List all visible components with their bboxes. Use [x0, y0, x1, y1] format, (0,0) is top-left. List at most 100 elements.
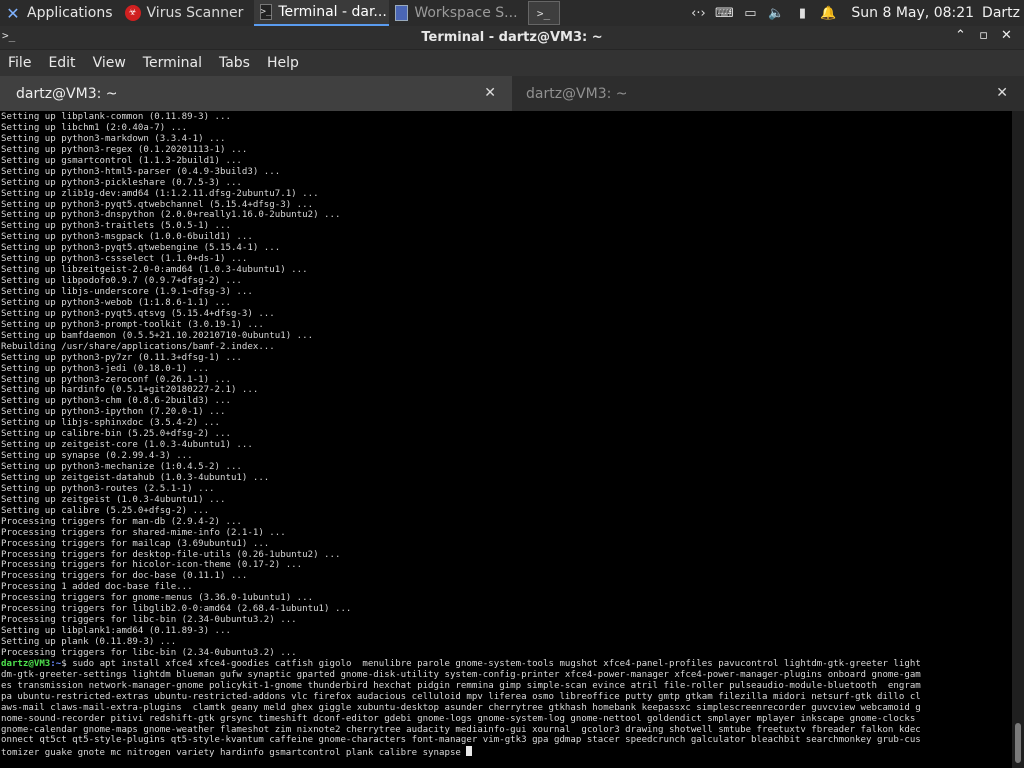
command-text: onnect qt5ct qt5-style-plugins qt5-style… — [1, 735, 921, 746]
tab-label: dartz@VM3: ~ — [16, 85, 118, 102]
command-text: nome-sound-recorder pitivi redshift-gtk … — [1, 713, 916, 724]
terminal-line: Setting up plank (0.11.89-3) ... — [1, 637, 177, 647]
terminal-line: Setting up calibre (5.25.0+dfsg-2) ... — [1, 505, 210, 516]
taskbar-item-workspace-settings[interactable]: Workspace S... — [389, 0, 524, 26]
terminal-line: Setting up bamfdaemon (0.5.5+21.10.20210… — [1, 330, 314, 341]
terminal-line: Setting up python3-regex (0.1.20201113-1… — [1, 144, 248, 155]
menu-edit[interactable]: Edit — [40, 55, 84, 71]
terminal-line: Rebuilding /usr/share/applications/bamf-… — [1, 341, 275, 352]
command-line: aws-mail claws-mail-extra-plugins clamtk… — [1, 703, 1012, 714]
tab-2[interactable]: dartz@VM3: ~ ✕ — [512, 76, 1024, 111]
terminal-line: Processing triggers for shared-mime-info… — [1, 527, 286, 538]
menu-terminal[interactable]: Terminal — [135, 55, 211, 71]
terminal-line: Processing triggers for doc-base (0.11.1… — [1, 571, 248, 582]
terminal-launcher-icon: >_ — [536, 6, 551, 20]
terminal-line: Processing triggers for libglib2.0-0:amd… — [1, 604, 352, 615]
terminal-line: Processing triggers for gnome-menus (3.3… — [1, 593, 314, 604]
terminal-line: Setting up python3-webob (1:1.8.6-1.1) .… — [1, 297, 231, 308]
volume-icon[interactable]: 🔈 — [763, 6, 789, 21]
menubar: File Edit View Terminal Tabs Help — [0, 50, 1024, 76]
clock[interactable]: Sun 8 May, 08:21 — [841, 5, 982, 21]
terminal-line: Setting up python3-pyqt5.qtsvg (5.15.4+d… — [1, 308, 275, 319]
minimize-icon[interactable]: ⌃ — [949, 28, 972, 43]
terminal-line: Setting up python3-chm (0.8.6-2build3) .… — [1, 396, 231, 407]
terminal-output[interactable]: Setting up libplank-common (0.11.89-3) .… — [0, 111, 1012, 768]
terminal-line: Setting up libjs-underscore (1.9.1~dfsg-… — [1, 287, 253, 297]
terminal-line: Setting up zeitgeist-datahub (1.0.3-4ubu… — [1, 472, 270, 483]
terminal-window-icon[interactable]: >_ — [2, 29, 18, 45]
terminal-line: Setting up zeitgeist (1.0.3-4ubuntu1) ..… — [1, 494, 226, 505]
battery-icon[interactable]: ▮ — [789, 6, 815, 21]
user-menu[interactable]: Dartz — [982, 5, 1024, 21]
window-controls: ⌃ ▫ ✕ — [949, 28, 1018, 43]
tab-bar: dartz@VM3: ~ ✕ dartz@VM3: ~ ✕ — [0, 76, 1024, 111]
terminal-line: Setting up python3-msgpack (1.0.0-6build… — [1, 232, 253, 243]
tab-close-icon[interactable]: ✕ — [484, 85, 496, 101]
command-line: dartz@VM3:~$ sudo apt install xfce4 xfce… — [1, 659, 1012, 670]
terminal-line: Setting up python3-pyqt5.qtwebengine (5.… — [1, 243, 281, 254]
taskbar-item-terminal[interactable]: >_ Terminal - dar... — [253, 0, 389, 26]
terminal-line: Setting up python3-traitlets (5.0.5-1) .… — [1, 221, 231, 232]
menu-tabs[interactable]: Tabs — [211, 55, 259, 71]
terminal-line: Setting up python3-markdown (3.3.4-1) ..… — [1, 133, 226, 144]
workspace-icon — [394, 5, 409, 21]
terminal-line: Setting up hardinfo (0.5.1+git20180227-2… — [1, 385, 259, 396]
display-icon[interactable]: ▭ — [737, 6, 763, 21]
terminal-line: Setting up python3-jedi (0.18.0-1) ... — [1, 363, 210, 374]
terminal-line: Setting up synapse (0.2.99.4-3) ... — [1, 451, 193, 462]
menu-view[interactable]: View — [85, 55, 135, 71]
menu-file[interactable]: File — [0, 55, 40, 71]
command-text: sudo apt install xfce4 xfce4-goodies cat… — [66, 658, 921, 669]
taskbar-item-label: Terminal - dar... — [278, 4, 387, 20]
text-cursor — [466, 746, 473, 757]
tab-close-icon[interactable]: ✕ — [996, 85, 1008, 101]
maximize-icon[interactable]: ▫ — [972, 28, 995, 43]
command-line: pa ubuntu-restricted-extras ubuntu-restr… — [1, 692, 1012, 703]
terminal-line: Processing triggers for man-db (2.9.4-2)… — [1, 516, 242, 527]
command-line: nome-sound-recorder pitivi redshift-gtk … — [1, 714, 1012, 725]
terminal-line: Setting up calibre-bin (5.25.0+dfsg-2) .… — [1, 429, 231, 440]
xfce-logo-icon: ✕ — [6, 3, 20, 23]
applications-menu-button[interactable]: ✕ Applications — [0, 0, 119, 26]
terminal-line: Setting up python3-html5-parser (0.4.9-3… — [1, 166, 281, 177]
terminal-line: Processing triggers for libc-bin (2.34-0… — [1, 647, 297, 658]
prompt-user: dartz@VM3 — [1, 658, 51, 669]
terminal-line: Setting up gsmartcontrol (1.1.3-2build1)… — [1, 155, 242, 166]
window-titlebar[interactable]: >_ Terminal - dartz@VM3: ~ ⌃ ▫ ✕ — [0, 26, 1024, 50]
terminal-line: Setting up python3-mechanize (1:0.4.5-2)… — [1, 462, 242, 472]
tab-1[interactable]: dartz@VM3: ~ ✕ — [0, 76, 512, 111]
notification-bell-icon[interactable]: 🔔 — [815, 6, 841, 21]
terminal-line: Processing 1 added doc-base file... — [1, 582, 193, 593]
close-icon[interactable]: ✕ — [995, 28, 1018, 43]
terminal-line: Setting up python3-cssselect (1.1.0+ds-1… — [1, 254, 248, 265]
menu-help[interactable]: Help — [259, 55, 308, 71]
keyboard-icon[interactable]: ⌨ — [711, 6, 737, 21]
command-text: pa ubuntu-restricted-extras ubuntu-restr… — [1, 691, 921, 702]
prompt-path: :~ — [50, 658, 62, 669]
terminal-line: Processing triggers for desktop-file-uti… — [1, 549, 341, 560]
command-text: dm-gtk-greeter-settings lightdm blueman … — [1, 669, 921, 680]
command-text: es transmission network-manager-gnome po… — [1, 680, 921, 691]
terminal-line: Setting up python3-prompt-toolkit (3.0.1… — [1, 319, 264, 330]
terminal-line: Setting up zlib1g-dev:amd64 (1:1.2.11.df… — [1, 188, 319, 199]
terminal-line: Setting up python3-dnspython (2.0.0+real… — [1, 210, 341, 221]
command-text: aws-mail claws-mail-extra-plugins clamtk… — [1, 702, 921, 713]
applications-menu-label: Applications — [27, 5, 113, 21]
tab-label: dartz@VM3: ~ — [526, 85, 628, 102]
terminal-line: Setting up python3-ipython (7.20.0-1) ..… — [1, 407, 226, 418]
workspace-switcher-button[interactable]: >_ — [527, 1, 560, 25]
terminal-line: Processing triggers for libc-bin (2.34-0… — [1, 615, 297, 626]
scrollbar-thumb[interactable] — [1015, 723, 1021, 763]
taskbar-item-label: Virus Scanner — [146, 5, 244, 21]
window-title: Terminal - dartz@VM3: ~ — [421, 30, 603, 45]
command-text: tomizer guake gnote mc nitrogen variety … — [1, 748, 467, 758]
top-panel: ✕ Applications ☣ Virus Scanner >_ Termin… — [0, 0, 1024, 26]
terminal-line: Setting up libplank-common (0.11.89-3) .… — [1, 112, 231, 122]
network-icon[interactable]: ‹·› — [685, 6, 711, 21]
taskbar-item-virus-scanner[interactable]: ☣ Virus Scanner — [119, 0, 254, 26]
terminal-line: Setting up python3-pickleshare (0.7.5-3)… — [1, 177, 242, 188]
scrollbar[interactable] — [1012, 111, 1024, 768]
terminal-line: Setting up libzeitgeist-2.0-0:amd64 (1.0… — [1, 265, 308, 276]
command-text: gnome-calendar gnome-maps gnome-weather … — [1, 724, 921, 735]
virus-scanner-icon: ☣ — [124, 5, 141, 21]
